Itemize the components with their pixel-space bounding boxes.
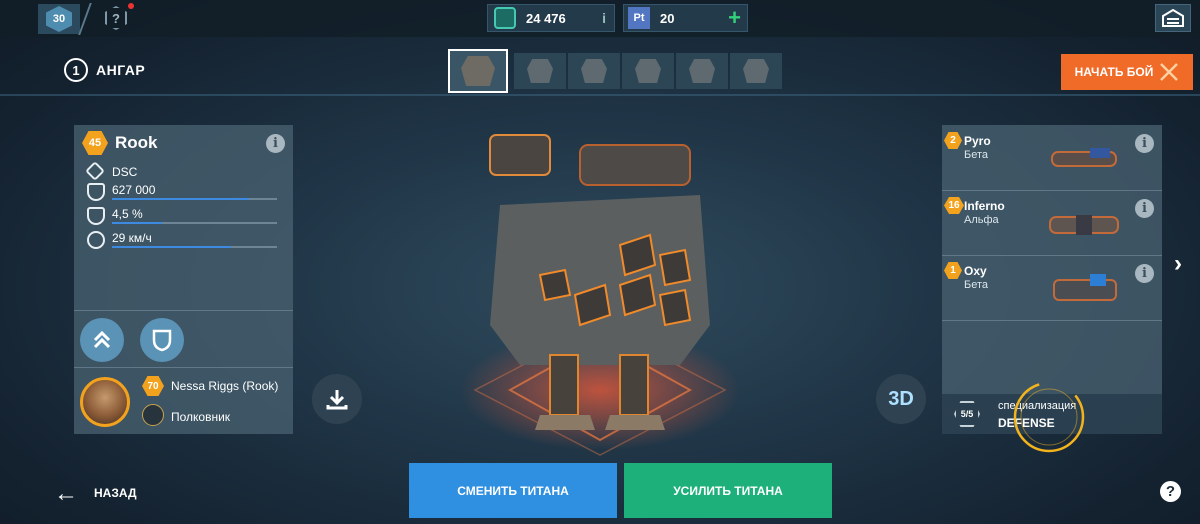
weapon-image xyxy=(1053,274,1117,301)
header-divider xyxy=(0,94,1200,96)
titan-name: Rook xyxy=(115,133,158,152)
help-icon[interactable]: ? xyxy=(1160,481,1181,502)
panel-divider xyxy=(942,320,1162,321)
pilot-avatar[interactable] xyxy=(80,377,130,427)
stat-defense: 4,5 % xyxy=(112,207,143,221)
weapon-image xyxy=(1051,148,1117,167)
upgrade-titan-button[interactable]: УСИЛИТЬ ТИТАНА xyxy=(624,463,832,518)
weapon-info-icon[interactable]: i xyxy=(1135,264,1154,283)
defense-icon xyxy=(87,207,105,225)
back-arrow-icon[interactable]: ← xyxy=(54,480,78,508)
speed-bar xyxy=(112,246,277,248)
speed-icon xyxy=(87,231,105,249)
mech-thumbnail-icon xyxy=(689,59,715,83)
view-3d-button[interactable]: 3D xyxy=(876,374,926,424)
notification-dot xyxy=(128,3,134,9)
titan-model[interactable] xyxy=(480,125,720,445)
stat-dsc: DSC xyxy=(112,165,138,179)
weapon-level-badge: 1 xyxy=(944,262,962,279)
titan-thumbnail[interactable] xyxy=(514,53,566,89)
hangar-number: 1 xyxy=(64,58,88,82)
health-bar-fill xyxy=(112,198,249,200)
mech-thumbnail-icon xyxy=(527,59,553,83)
titan-thumbnail-selected[interactable] xyxy=(448,49,508,93)
currency-au-box[interactable]: 24 476 i xyxy=(487,4,615,32)
au-icon xyxy=(494,7,516,29)
weapon-tier: Альфа xyxy=(964,214,999,226)
weapon-name: Inferno xyxy=(964,199,1005,213)
stat-health: 627 000 xyxy=(112,183,156,197)
player-level: 30 xyxy=(46,6,72,32)
chevron-right-icon[interactable]: › xyxy=(1174,250,1182,278)
panel-divider xyxy=(74,310,293,311)
titan-thumbnail[interactable] xyxy=(622,53,674,89)
pt-icon: Pt xyxy=(628,7,650,29)
back-button[interactable]: НАЗАД xyxy=(94,486,137,500)
mech-thumbnail-icon xyxy=(581,59,607,83)
titan-thumbnail[interactable] xyxy=(568,53,620,89)
stat-speed: 29 км/ч xyxy=(112,231,152,245)
crossed-swords-icon xyxy=(1160,63,1178,81)
pilot-name: Nessa Riggs (Rook) xyxy=(171,379,279,393)
defense-module-button[interactable] xyxy=(140,318,184,362)
defense-bar xyxy=(112,222,277,224)
weapon-image xyxy=(1049,215,1119,235)
weapon-name: Pyro xyxy=(964,134,991,148)
weapon-slot[interactable]: 1 Oxy Бета i xyxy=(942,256,1162,320)
weapon-level-badge: 16 xyxy=(944,197,964,214)
health-icon xyxy=(87,183,105,201)
panel-divider xyxy=(74,367,293,368)
mech-thumbnail-icon xyxy=(743,59,769,83)
hangar-label: АНГАР xyxy=(96,62,146,78)
shield-icon xyxy=(152,329,172,352)
upgrade-rank-button[interactable] xyxy=(80,318,124,362)
player-level-badge[interactable]: 30 xyxy=(38,4,80,34)
titan-thumbnail[interactable] xyxy=(676,53,728,89)
weapon-tier: Бета xyxy=(964,149,989,161)
pilot-rank: Полковник xyxy=(171,410,231,424)
rank-icon xyxy=(142,404,164,426)
weapon-name: Oxy xyxy=(964,264,987,278)
speed-bar-fill xyxy=(112,246,231,248)
weapon-level-badge: 2 xyxy=(944,132,962,149)
download-button[interactable] xyxy=(312,374,362,424)
titan-thumbnails xyxy=(448,49,782,93)
download-icon xyxy=(326,390,348,410)
start-battle-button[interactable]: НАЧАТЬ БОЙ xyxy=(1061,54,1193,90)
change-titan-button[interactable]: СМЕНИТЬ ТИТАНА xyxy=(409,463,617,518)
defense-bar-fill xyxy=(112,222,162,224)
titan-thumbnail[interactable] xyxy=(730,53,782,89)
rank-up-icon xyxy=(93,330,111,349)
currency-pt-value: 20 xyxy=(660,10,675,26)
garage-icon[interactable] xyxy=(1155,4,1191,32)
mech-thumbnail-icon xyxy=(635,59,661,83)
weapon-tier: Бета xyxy=(964,279,989,291)
health-bar xyxy=(112,198,277,200)
weapon-info-icon[interactable]: i xyxy=(1135,199,1154,218)
mech-thumbnail-icon xyxy=(461,56,495,86)
currency-au-value: 24 476 xyxy=(526,10,566,26)
weapon-slot[interactable]: 2 Pyro Бета i xyxy=(942,126,1162,190)
start-battle-label: НАЧАТЬ БОЙ xyxy=(1074,64,1154,79)
info-icon[interactable]: i xyxy=(602,10,606,26)
weapon-slot[interactable]: 16 Inferno Альфа i xyxy=(942,191,1162,255)
specialization-ring-icon xyxy=(1013,381,1085,453)
currency-pt-box[interactable]: Pt 20 + xyxy=(623,4,748,32)
titan-info-icon[interactable]: i xyxy=(266,134,285,153)
weapon-info-icon[interactable]: i xyxy=(1135,134,1154,153)
plus-icon[interactable]: + xyxy=(728,5,741,31)
